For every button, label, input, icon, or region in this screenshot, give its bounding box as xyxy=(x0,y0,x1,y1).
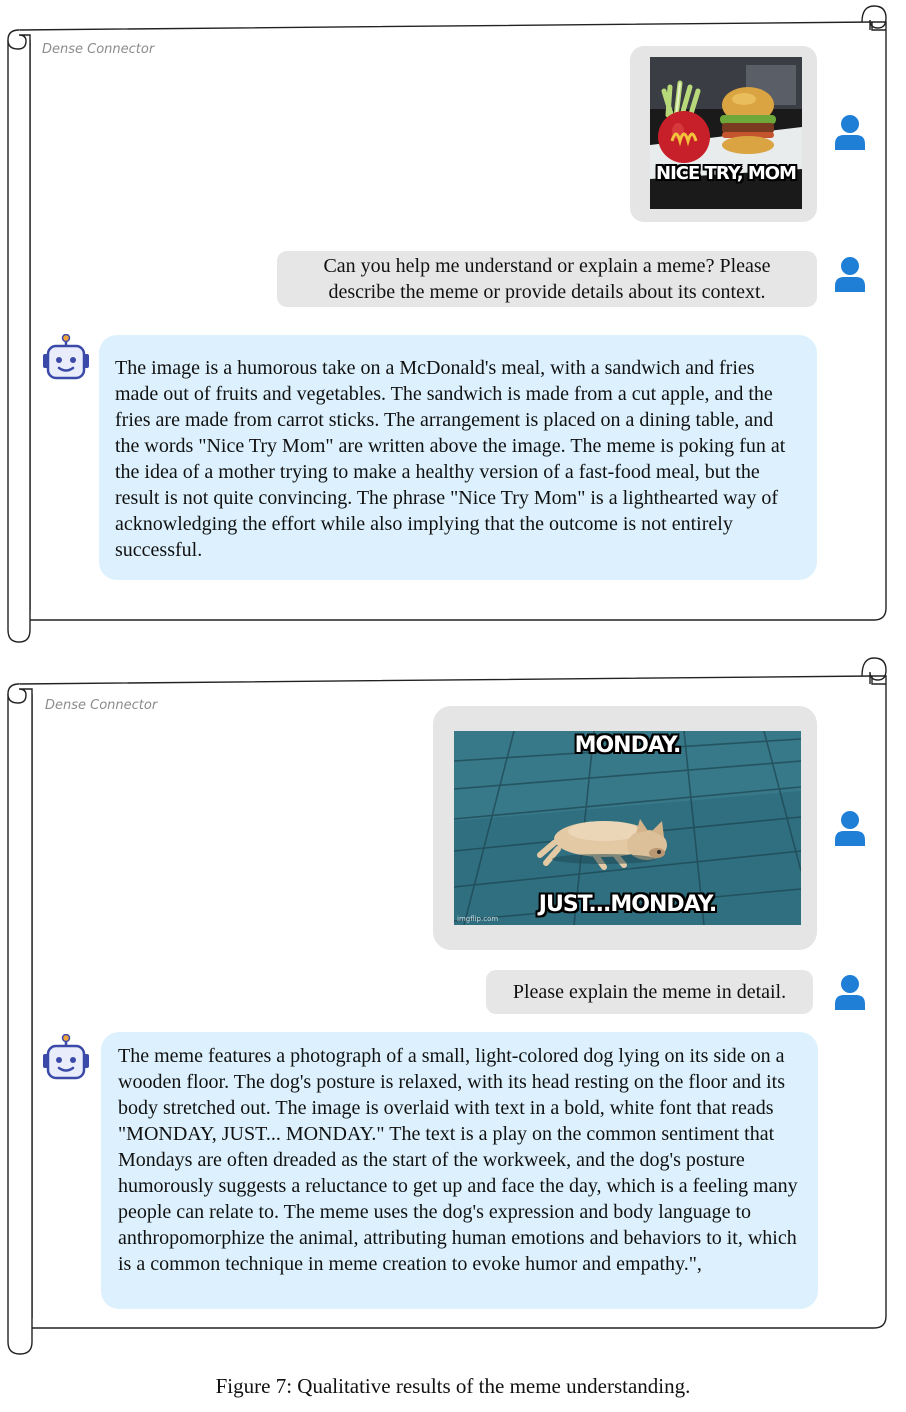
scroll-panel-1: Dense Connector NICE TRY, MOM Can you he… xyxy=(0,0,906,650)
user-avatar-icon xyxy=(835,257,865,292)
figure-caption: Figure 7: Qualitative results of the mem… xyxy=(215,1374,691,1398)
user-avatar-icon xyxy=(835,115,865,150)
robot-avatar-icon xyxy=(43,1034,89,1080)
meme-image-monday-dog: MONDAY. JUST...MONDAY. imgflip.com xyxy=(454,731,801,925)
meme-caption-bottom: NICE TRY, MOM xyxy=(656,163,797,184)
user-question-bubble: Please explain the meme in detail. xyxy=(486,970,813,1014)
scroll-panel-2: Dense Connector MONDAY. JUST...MONDAY. i… xyxy=(0,654,906,1366)
assistant-answer-bubble: The image is a humorous take on a McDona… xyxy=(99,335,817,580)
panel-label: Dense Connector xyxy=(42,42,155,57)
meme-caption-top: MONDAY. xyxy=(574,733,682,758)
user-question-text: Can you help me understand or explain a … xyxy=(323,255,771,303)
meme-image-healthy-meal: NICE TRY, MOM xyxy=(650,57,802,209)
meme-caption-bottom: JUST...MONDAY. xyxy=(538,892,717,917)
user-avatar-icon xyxy=(835,975,865,1010)
meme-watermark: imgflip.com xyxy=(457,915,499,923)
user-question-bubble: Can you help me understand or explain a … xyxy=(277,251,817,307)
assistant-answer-bubble: The meme features a photograph of a smal… xyxy=(101,1032,818,1309)
assistant-answer-text: The meme features a photograph of a smal… xyxy=(118,1045,798,1275)
assistant-answer-text: The image is a humorous take on a McDona… xyxy=(115,357,786,561)
robot-avatar-icon xyxy=(43,334,89,380)
user-question-text: Please explain the meme in detail. xyxy=(512,981,787,1003)
user-avatar-icon xyxy=(835,811,865,846)
panel-label: Dense Connector xyxy=(45,698,158,713)
